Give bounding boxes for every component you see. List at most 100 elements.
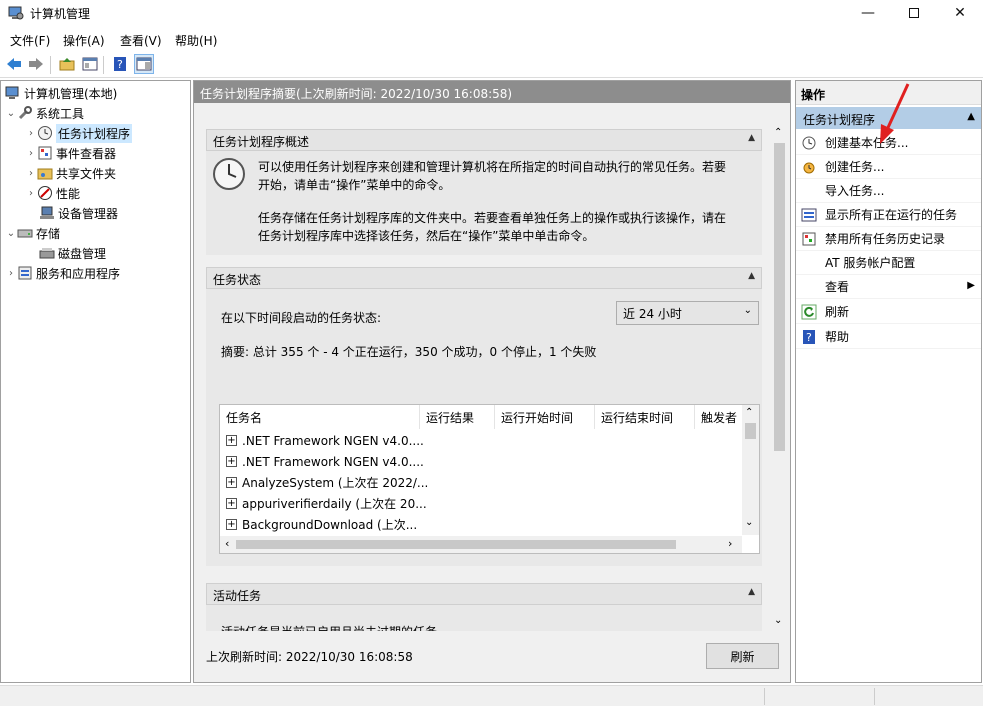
chevron-right-icon[interactable]: › (25, 148, 37, 159)
event-viewer-icon (37, 145, 53, 161)
tree-item-computer-management[interactable]: 计算机管理(本地) (5, 83, 117, 103)
tree-item-shared-folders[interactable]: › 共享文件夹 (25, 163, 116, 183)
chevron-right-icon[interactable]: › (25, 128, 37, 139)
action-disable-history[interactable]: 禁用所有任务历史记录 (796, 227, 981, 251)
expand-icon[interactable]: + (226, 519, 237, 530)
overview-text-2: 开始，请单击“操作”菜单中的命令。 (258, 178, 451, 192)
task-name: appuriverifierdaily (上次在 20... (242, 497, 427, 511)
chevron-right-icon[interactable]: › (25, 188, 37, 199)
overview-section-header[interactable]: 任务计划程序概述 ▲ (206, 129, 762, 151)
show-hide-tree-button[interactable] (80, 54, 100, 74)
expand-icon[interactable]: + (226, 435, 237, 446)
tree-item-task-scheduler[interactable]: › 任务计划程序 (25, 123, 133, 143)
menu-file[interactable]: 文件(F) (10, 32, 50, 49)
console-tree-icon (82, 57, 98, 71)
table-vertical-scrollbar[interactable]: ⌃ ⌄ (742, 405, 759, 535)
svg-text:?: ? (117, 58, 123, 71)
column-header[interactable]: 触发者 (695, 405, 742, 429)
computer-management-icon (8, 6, 24, 20)
scroll-thumb[interactable] (745, 423, 756, 439)
collapse-caret-icon[interactable]: ▲ (748, 271, 755, 281)
section-title: 活动任务 (213, 589, 262, 603)
task-table: 任务名 运行结果 运行开始时间 运行结束时间 触发者 + .NET Framewo… (219, 404, 760, 554)
select-value: 近 24 小时 (623, 307, 682, 321)
refresh-button[interactable]: 刷新 (706, 643, 779, 669)
create-task-icon (801, 159, 817, 175)
action-create-task[interactable]: 创建任务... (796, 155, 981, 179)
menu-view[interactable]: 查看(V) (120, 32, 162, 49)
scroll-thumb[interactable] (236, 540, 676, 549)
create-basic-task-icon (801, 135, 817, 151)
scroll-up-icon[interactable]: ⌃ (745, 407, 753, 418)
collapse-caret-icon[interactable]: ▲ (748, 587, 755, 597)
toolbar-divider (50, 56, 51, 74)
show-action-pane-button[interactable] (134, 54, 154, 74)
services-icon (17, 265, 33, 281)
table-row[interactable]: + .NET Framework NGEN v4.0.... (226, 451, 424, 472)
expand-icon[interactable]: + (226, 498, 237, 509)
scroll-right-icon[interactable]: › (728, 537, 732, 550)
active-tasks-body: 活动任务是当前已启用且尚未过期的任务。 (206, 605, 762, 631)
tree-item-system-tools[interactable]: ⌄ 系统工具 (5, 103, 84, 123)
forward-button[interactable] (26, 54, 46, 74)
back-button[interactable] (4, 54, 24, 74)
active-tasks-section-header[interactable]: 活动任务 ▲ (206, 583, 762, 605)
tree-item-event-viewer[interactable]: › 事件查看器 (25, 143, 116, 163)
chevron-down-icon: ⌄ (743, 305, 752, 316)
summary-vertical-scrollbar[interactable]: ⌃ ⌄ (771, 125, 788, 631)
chevron-right-icon[interactable]: › (25, 168, 37, 179)
expand-icon[interactable]: + (226, 477, 237, 488)
collapse-caret-icon[interactable]: ▲ (748, 133, 755, 143)
expand-icon[interactable]: + (226, 456, 237, 467)
scroll-down-icon[interactable]: ⌄ (774, 615, 782, 626)
help-toolbar-button[interactable]: ? (110, 54, 130, 74)
menu-action[interactable]: 操作(A) (63, 32, 105, 49)
tree-item-performance[interactable]: › 性能 (25, 183, 80, 203)
chevron-down-icon[interactable]: ⌄ (5, 228, 17, 239)
tree-label: 磁盘管理 (58, 246, 107, 261)
summary-header: 任务计划程序摘要(上次刷新时间: 2022/10/30 16:08:58) (194, 81, 790, 103)
close-button[interactable]: ✕ (937, 0, 983, 26)
table-row[interactable]: + AnalyzeSystem (上次在 2022/... (226, 472, 428, 493)
scroll-down-icon[interactable]: ⌄ (745, 517, 753, 528)
action-refresh[interactable]: 刷新 (796, 300, 981, 324)
action-at-service-account[interactable]: AT 服务帐户配置 (796, 251, 981, 275)
up-level-button[interactable] (57, 54, 77, 74)
task-scheduler-summary-pane: 任务计划程序摘要(上次刷新时间: 2022/10/30 16:08:58) 任务… (193, 80, 791, 683)
computer-icon (5, 85, 21, 101)
tree-item-device-manager[interactable]: 设备管理器 (37, 203, 118, 223)
task-status-section-header[interactable]: 任务状态 ▲ (206, 267, 762, 289)
tree-item-services-applications[interactable]: › 服务和应用程序 (5, 263, 120, 283)
table-row[interactable]: + appuriverifierdaily (上次在 20... (226, 493, 427, 514)
overview-text-4: 任务计划程序库中选择该任务，然后在“操作”菜单中单击命令。 (258, 229, 595, 243)
menu-help[interactable]: 帮助(H) (175, 32, 217, 49)
action-import-task[interactable]: 导入任务... (796, 179, 981, 203)
collapse-caret-icon[interactable]: ▲ (967, 111, 975, 122)
action-view[interactable]: 查看 ▶ (796, 275, 981, 299)
time-range-select[interactable]: 近 24 小时 ⌄ (616, 301, 759, 325)
table-row[interactable]: + BackgroundDownload (上次... (226, 514, 417, 535)
scroll-up-icon[interactable]: ⌃ (774, 127, 782, 138)
chevron-right-icon[interactable]: › (5, 268, 17, 279)
section-title: 任务状态 (213, 273, 262, 287)
tree-item-storage[interactable]: ⌄ 存储 (5, 223, 60, 243)
action-help[interactable]: ? 帮助 (796, 325, 981, 349)
scroll-left-icon[interactable]: ‹ (225, 537, 229, 550)
column-header[interactable]: 任务名 (220, 405, 420, 429)
chevron-down-icon[interactable]: ⌄ (5, 108, 17, 119)
minimize-button[interactable]: — (845, 0, 891, 26)
title-bar: 计算机管理 — ✕ (0, 0, 983, 26)
table-row[interactable]: + .NET Framework NGEN v4.0.... (226, 430, 424, 451)
column-header[interactable]: 运行结束时间 (595, 405, 695, 429)
overview-text-3: 任务存储在任务计划程序库的文件夹中。若要查看单独任务上的操作或执行该操作，请在 (258, 211, 727, 225)
column-header[interactable]: 运行开始时间 (495, 405, 595, 429)
column-header[interactable]: 运行结果 (420, 405, 495, 429)
table-horizontal-scrollbar[interactable]: ‹ › (220, 536, 742, 553)
window-title: 计算机管理 (30, 7, 91, 21)
scroll-thumb[interactable] (774, 143, 785, 451)
status-divider (764, 688, 765, 705)
maximize-button[interactable] (891, 0, 937, 26)
action-show-running-tasks[interactable]: 显示所有正在运行的任务 (796, 203, 981, 227)
tree-item-disk-management[interactable]: 磁盘管理 (37, 243, 106, 263)
running-tasks-icon (801, 207, 817, 223)
